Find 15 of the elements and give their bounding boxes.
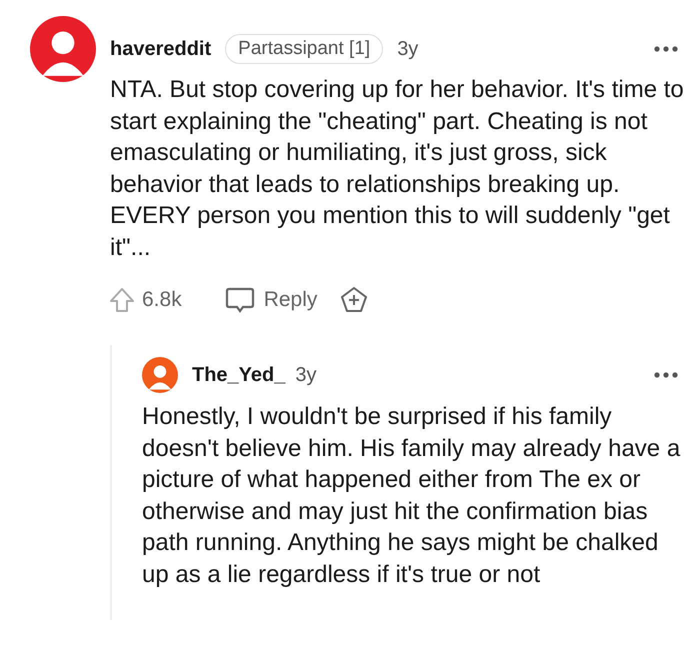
more-options-icon[interactable] (654, 46, 678, 52)
comment-age: 3y (397, 38, 418, 60)
username[interactable]: The_Yed_ (192, 364, 286, 386)
comment-age: 3y (295, 364, 317, 386)
avatar-icon (30, 16, 96, 82)
comment-text: NTA. But stop covering up for her behavior. It's time to start explaining the "cheating" part. Cheating is not emasculating or humiliating, it's just gross, sick behavior that leads to relationships breaking up. EVERY person you mention this to will suddenly "get it"... (110, 75, 685, 262)
award-icon[interactable] (339, 285, 370, 315)
vote-count: 6.8k (142, 288, 182, 312)
comment-text: Honestly, I wouldn't be surprised if his family doesn't believe him. His family may already have a picture of what happened either from The ex or otherwise and may just hit the confirmation bias path running. Anything he says might be chalked up as a lie regardless if it's true or not (142, 402, 682, 590)
more-options-icon[interactable] (654, 372, 678, 378)
speech-bubble-icon (224, 286, 256, 314)
user-flair: Partassipant [1] (225, 34, 384, 64)
username[interactable]: havereddit (110, 38, 212, 60)
avatar-icon (142, 357, 178, 393)
reply-button[interactable]: Reply (224, 286, 318, 314)
